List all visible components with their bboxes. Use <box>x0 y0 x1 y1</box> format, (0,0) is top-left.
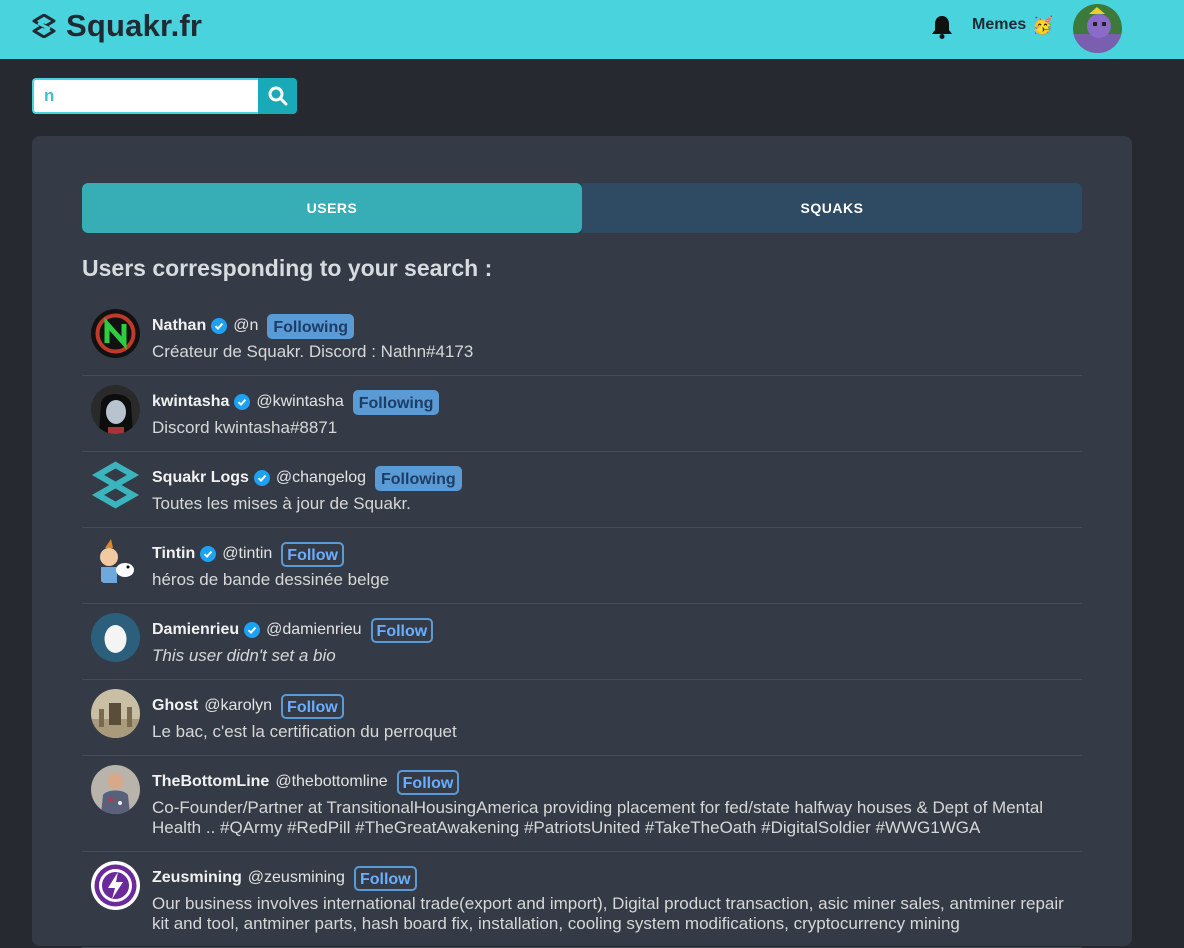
verified-badge-icon <box>253 470 270 486</box>
user-handle: @karolyn <box>204 697 273 714</box>
search-input[interactable] <box>32 78 258 114</box>
user-row[interactable]: Ghost @karolyn Follow Le bac, c'est la c… <box>82 680 1082 756</box>
user-bio: Discord kwintasha#8871 <box>152 418 338 437</box>
user-name[interactable]: Tintin <box>152 545 195 563</box>
result-tabs: USERS SQUAKS <box>82 183 1082 233</box>
avatar[interactable] <box>91 861 140 910</box>
following-button[interactable]: Following <box>267 313 355 339</box>
user-name[interactable]: Ghost <box>152 697 198 715</box>
follow-button[interactable]: Follow <box>353 865 417 891</box>
verified-badge-icon <box>211 318 228 334</box>
user-row[interactable]: kwintasha @kwintasha Following Discord k… <box>82 376 1082 452</box>
user-name[interactable]: Nathan <box>152 317 206 335</box>
user-row[interactable]: Zeusmining @zeusmining Follow Our busine… <box>82 852 1082 948</box>
follow-button[interactable]: Follow <box>396 769 460 795</box>
tab-users[interactable]: USERS <box>82 183 582 233</box>
following-button[interactable]: Following <box>375 465 462 491</box>
user-results-list: Nathan @n Following Créateur de Squakr. … <box>82 300 1082 948</box>
follow-button[interactable]: Follow <box>281 541 344 567</box>
brand[interactable]: Squakr.fr <box>32 8 202 44</box>
memes-label: Memes <box>972 16 1027 33</box>
user-name[interactable]: Damienrieu <box>152 621 239 639</box>
user-row[interactable]: Nathan @n Following Créateur de Squakr. … <box>82 300 1082 376</box>
avatar[interactable] <box>91 385 140 434</box>
user-handle: @thebottomline <box>275 773 388 790</box>
user-bio: héros de bande dessinée belge <box>152 570 390 589</box>
avatar[interactable] <box>91 765 140 814</box>
verified-badge-icon <box>244 622 261 638</box>
user-bio: Créateur de Squakr. Discord : Nathn#4173 <box>152 342 474 361</box>
results-panel: USERS SQUAKS Users corresponding to your… <box>32 136 1132 948</box>
party-face-icon: 🥳 <box>1032 15 1054 35</box>
follow-button[interactable]: Follow <box>370 617 434 643</box>
user-bio: Co-Founder/Partner at TransitionalHousin… <box>152 798 1044 837</box>
user-handle: @kwintasha <box>256 393 344 410</box>
user-handle: @tintin <box>222 545 273 562</box>
following-button[interactable]: Following <box>352 389 440 415</box>
search-bar <box>32 78 297 114</box>
tab-squaks[interactable]: SQUAKS <box>582 183 1082 233</box>
squakr-logo-icon <box>32 14 56 38</box>
avatar[interactable] <box>91 461 140 510</box>
avatar[interactable] <box>91 309 140 358</box>
user-handle: @zeusmining <box>247 869 345 886</box>
brand-name: Squakr.fr <box>66 8 203 43</box>
verified-badge-icon <box>200 546 217 562</box>
top-bar: Squakr.fr Memes 🥳 <box>0 0 1184 59</box>
follow-button[interactable]: Follow <box>281 693 344 719</box>
user-handle: @n <box>233 317 259 334</box>
verified-badge-icon <box>234 394 251 410</box>
user-bio: This user didn't set a bio <box>152 646 336 665</box>
results-title: Users corresponding to your search : <box>82 255 493 281</box>
user-handle: @changelog <box>275 469 366 486</box>
user-row[interactable]: Squakr Logs @changelog Following Toutes … <box>82 452 1082 528</box>
avatar[interactable] <box>91 689 140 738</box>
bell-icon[interactable] <box>930 14 954 40</box>
user-name[interactable]: kwintasha <box>152 393 229 411</box>
user-row[interactable]: Damienrieu @damienrieu Follow This user … <box>82 604 1082 680</box>
user-row[interactable]: TheBottomLine @thebottomline Follow Co-F… <box>82 756 1082 852</box>
avatar[interactable] <box>91 537 140 586</box>
user-bio: Our business involves international trad… <box>152 894 1064 933</box>
user-bio: Toutes les mises à jour de Squakr. <box>152 494 411 513</box>
user-handle: @damienrieu <box>266 621 362 638</box>
search-icon <box>268 86 287 106</box>
user-name[interactable]: Zeusmining <box>152 869 242 887</box>
user-name[interactable]: Squakr Logs <box>152 469 249 487</box>
avatar[interactable] <box>91 613 140 662</box>
memes-menu[interactable]: Memes 🥳 <box>972 16 1053 34</box>
user-bio: Le bac, c'est la certification du perroq… <box>152 722 457 741</box>
profile-avatar[interactable] <box>1073 4 1122 53</box>
search-button[interactable] <box>258 78 297 114</box>
user-name[interactable]: TheBottomLine <box>152 773 269 791</box>
user-row[interactable]: Tintin @tintin Follow héros de bande des… <box>82 528 1082 604</box>
